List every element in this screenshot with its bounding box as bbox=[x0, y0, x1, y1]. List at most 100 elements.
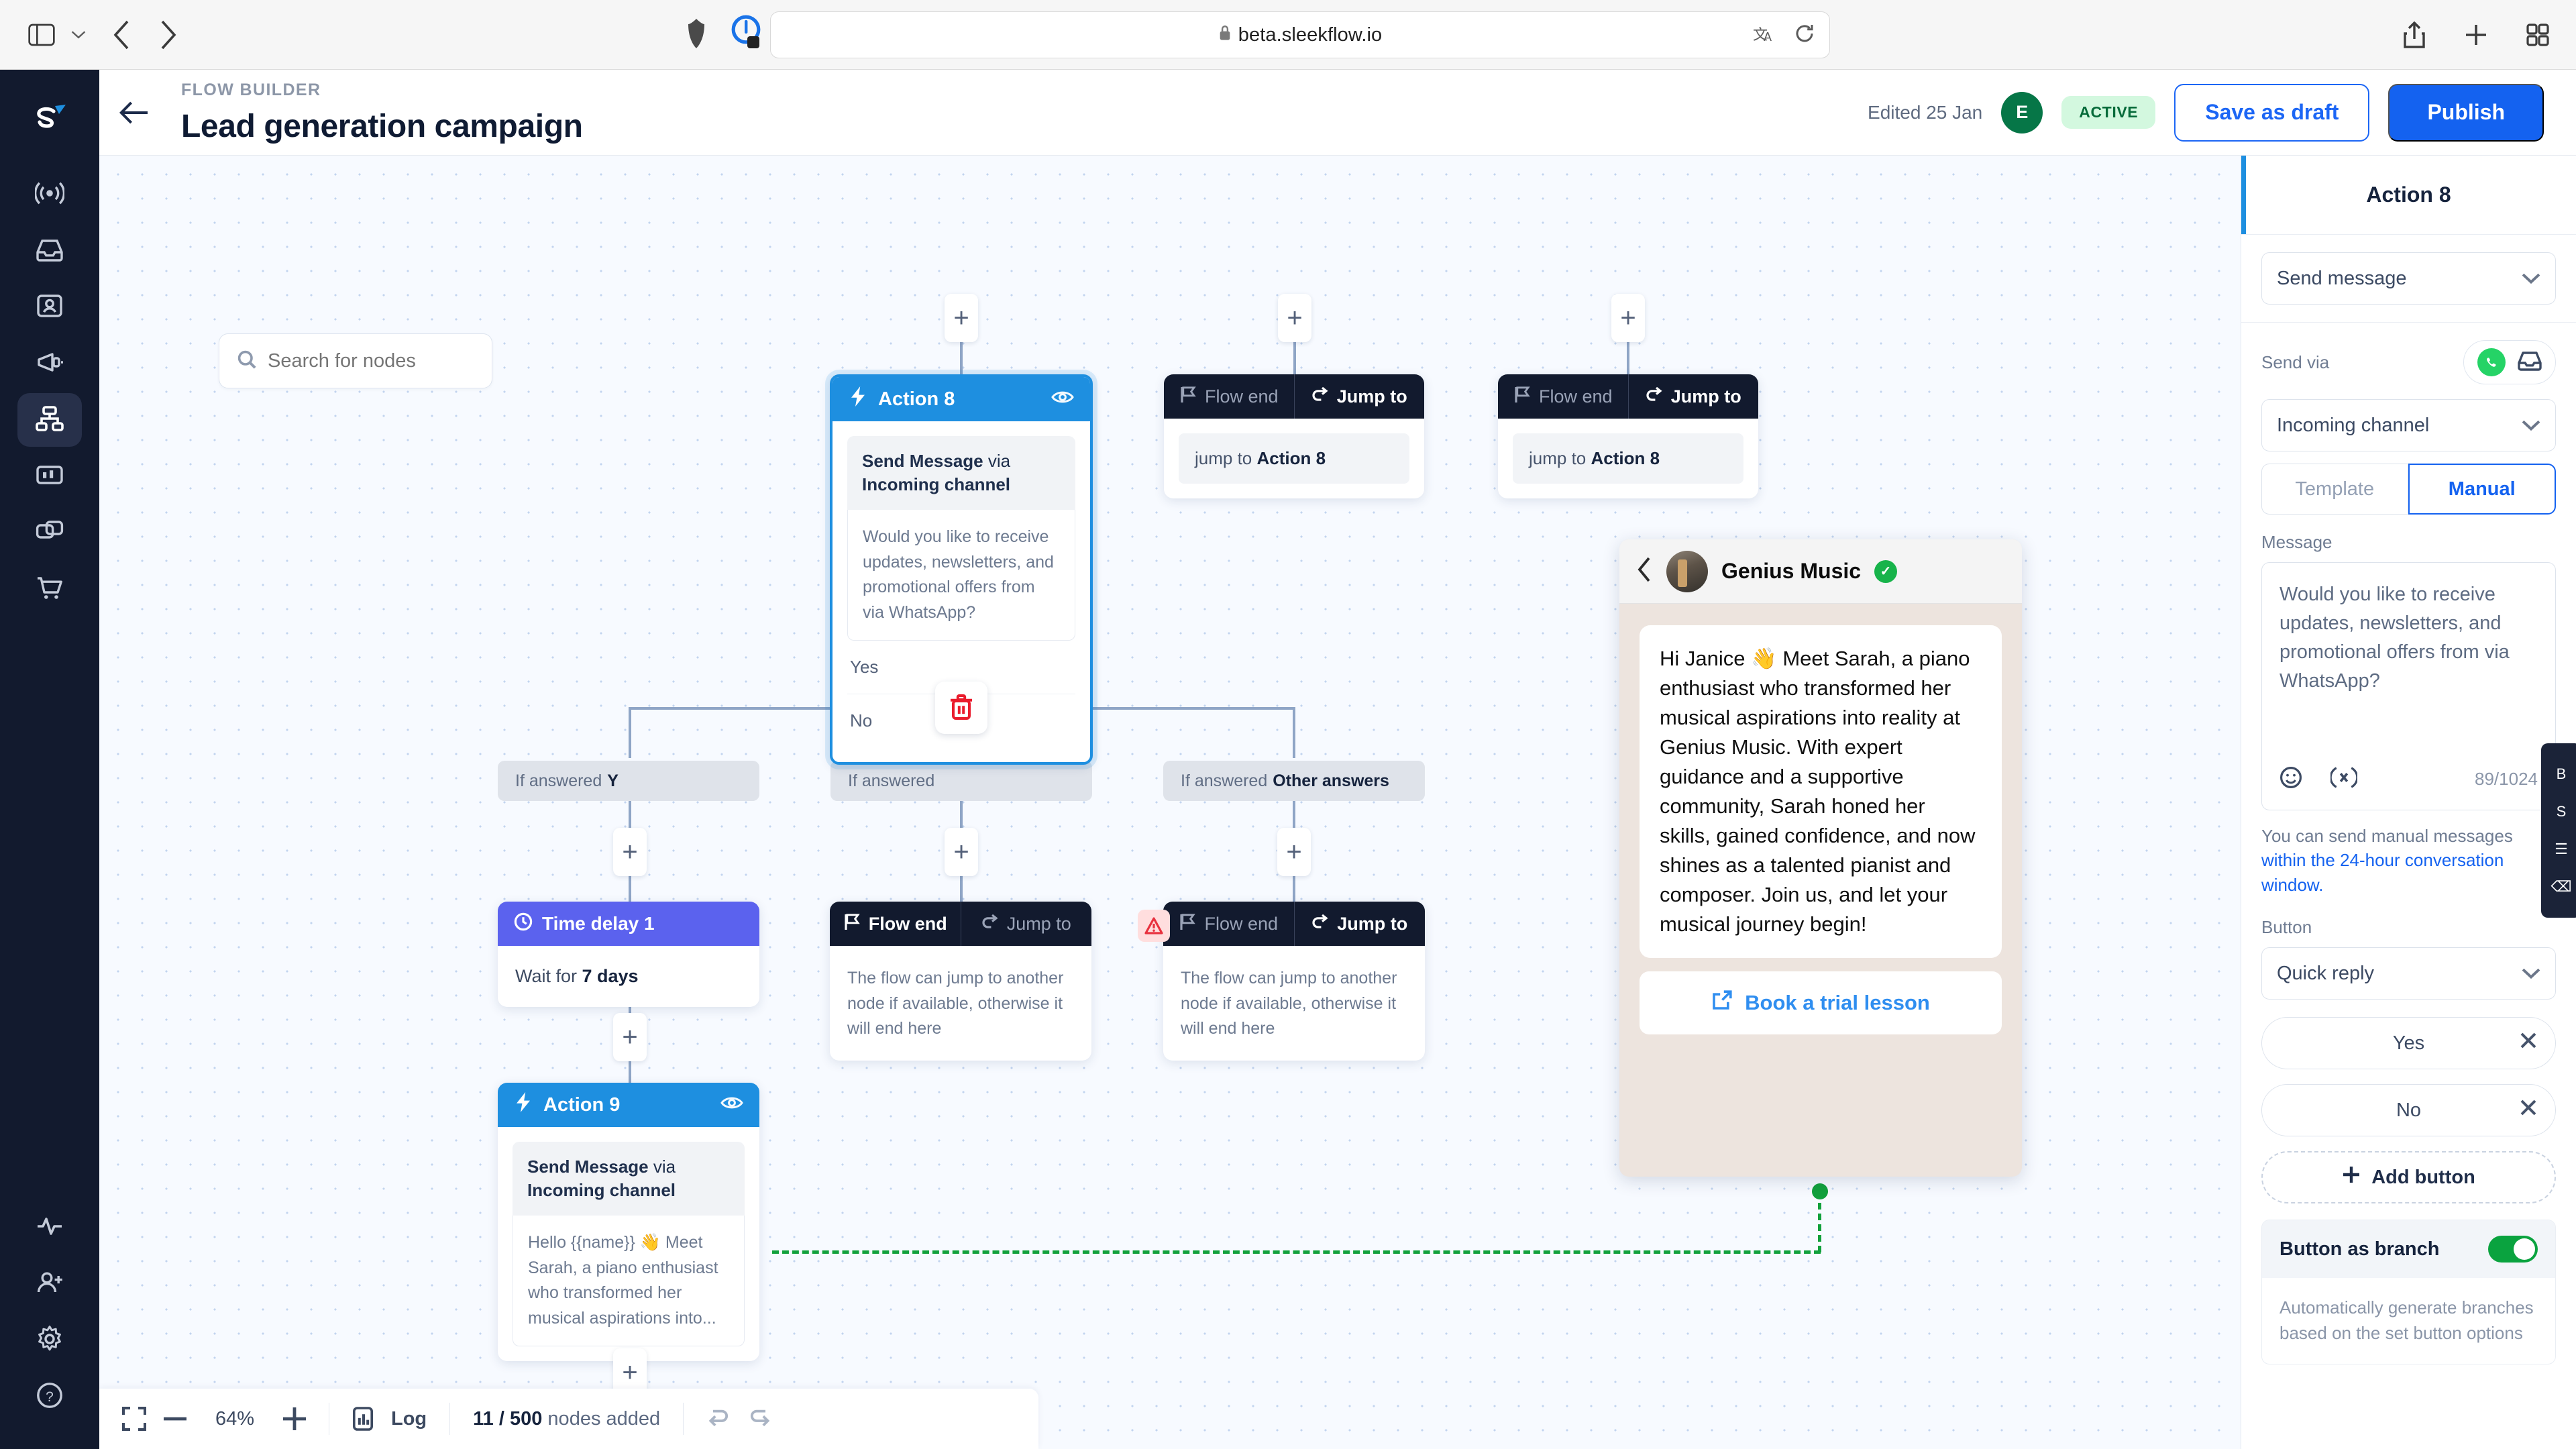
sidebar-item-broadcast[interactable] bbox=[17, 168, 82, 221]
jump-to-tab[interactable]: Jump to bbox=[1295, 374, 1425, 419]
add-node-button[interactable]: + bbox=[945, 828, 978, 876]
zoom-in-button[interactable] bbox=[283, 1407, 306, 1430]
node-subtitle-channel: Incoming channel bbox=[527, 1180, 676, 1201]
quick-reply-button-no[interactable]: No bbox=[2261, 1084, 2556, 1137]
node-message: Would you like to receive updates, newsl… bbox=[847, 510, 1075, 641]
browser-back-icon[interactable] bbox=[113, 20, 131, 50]
jump-prefix: jump to bbox=[1529, 448, 1591, 468]
add-node-button[interactable]: + bbox=[1278, 294, 1311, 342]
inbox-icon[interactable] bbox=[2518, 351, 2542, 374]
preview-contact-name: Genius Music bbox=[1721, 559, 1862, 583]
new-tab-icon[interactable] bbox=[2465, 23, 2487, 46]
add-node-button[interactable]: plus-icon+ bbox=[945, 294, 978, 342]
sidebar-item-campaigns[interactable] bbox=[17, 337, 82, 390]
extension-icon[interactable] bbox=[731, 15, 762, 50]
node-jump-to-right[interactable]: Flow end Jump to jump to Action 8 bbox=[1498, 374, 1758, 498]
add-node-button[interactable]: + bbox=[1277, 828, 1311, 876]
url-bar[interactable]: beta.sleekflow.io 文A bbox=[770, 11, 1830, 58]
close-icon[interactable] bbox=[2519, 1031, 2538, 1055]
emoji-icon[interactable] bbox=[2279, 766, 2302, 792]
zoom-out-button[interactable] bbox=[164, 1416, 186, 1421]
add-node-button[interactable]: + bbox=[613, 1013, 647, 1061]
share-icon[interactable] bbox=[2403, 21, 2426, 48]
sidebar-item-flow-builder[interactable] bbox=[17, 393, 82, 447]
sidebar-item-commerce[interactable] bbox=[17, 562, 82, 616]
sidebar-item-contacts[interactable] bbox=[17, 280, 82, 334]
eye-icon[interactable] bbox=[720, 1094, 743, 1116]
close-icon[interactable] bbox=[2519, 1098, 2538, 1122]
node-jump-to-left[interactable]: Flow end Jump to jump to Action 8 bbox=[1164, 374, 1424, 498]
sidebar-item-integrations[interactable] bbox=[17, 506, 82, 559]
tab-manual[interactable]: Manual bbox=[2408, 464, 2556, 515]
channel-select[interactable]: Incoming channel bbox=[2261, 399, 2556, 451]
flow-end-tab[interactable]: Flow end bbox=[1163, 902, 1294, 946]
flow-end-tab[interactable]: Flow end bbox=[830, 902, 961, 946]
node-flow-end-right[interactable]: Flow end Jump to The flow can jump to an… bbox=[1163, 902, 1425, 1061]
redo-icon[interactable] bbox=[748, 1409, 772, 1429]
node-action-9[interactable]: Action 9 Send Message via Incoming chann… bbox=[498, 1083, 759, 1362]
branch-label-yes[interactable]: If answered Y bbox=[498, 761, 759, 801]
lock-icon bbox=[1218, 24, 1232, 46]
sidebar-item-activity[interactable] bbox=[17, 1201, 82, 1254]
node-flow-end-middle[interactable]: Flow end Jump to The flow can jump to an… bbox=[830, 902, 1091, 1061]
translate-icon[interactable]: 文A bbox=[1753, 23, 1778, 47]
flow-end-tab[interactable]: Flow end bbox=[1498, 374, 1628, 419]
whatsapp-icon[interactable] bbox=[2477, 348, 2506, 376]
message-textarea[interactable]: Would you like to receive updates, newsl… bbox=[2261, 562, 2556, 810]
log-button-label[interactable]: Log bbox=[391, 1408, 427, 1430]
shield-icon[interactable] bbox=[686, 17, 707, 50]
reload-icon[interactable] bbox=[1794, 23, 1815, 47]
sidebar-item-inbox[interactable] bbox=[17, 224, 82, 278]
variable-icon[interactable] bbox=[2329, 766, 2359, 792]
browser-forward-icon[interactable] bbox=[158, 20, 177, 50]
sidebar-item-analytics[interactable] bbox=[17, 449, 82, 503]
search-nodes-box[interactable] bbox=[219, 333, 492, 388]
text-format-toolbar[interactable]: B S ☰ ⌫ bbox=[2541, 743, 2576, 918]
conversation-window-link[interactable]: within the 24-hour conversation window. bbox=[2261, 850, 2504, 894]
analytics-icon bbox=[35, 460, 64, 493]
strikethrough-icon[interactable]: S bbox=[2557, 803, 2567, 820]
flow-canvas[interactable]: plus-icon+ + + + + bbox=[99, 156, 2241, 1449]
undo-icon[interactable] bbox=[706, 1409, 731, 1429]
chevron-left-icon[interactable] bbox=[1637, 557, 1653, 586]
back-button[interactable] bbox=[99, 70, 169, 156]
branch-label-other[interactable]: If answered Other answers bbox=[1163, 761, 1425, 801]
button-as-branch-toggle[interactable] bbox=[2488, 1236, 2538, 1263]
node-header: Action 9 bbox=[498, 1083, 759, 1127]
sidebar-item-help[interactable]: ? bbox=[17, 1370, 82, 1424]
search-input[interactable] bbox=[268, 350, 474, 372]
sidebar-item-invite-user[interactable] bbox=[17, 1257, 82, 1311]
eye-icon[interactable] bbox=[1051, 388, 1074, 411]
button-type-select[interactable]: Quick reply bbox=[2261, 947, 2556, 1000]
action-type-select[interactable]: Send message bbox=[2261, 252, 2556, 305]
chevron-down-icon[interactable] bbox=[71, 30, 86, 40]
tab-template[interactable]: Template bbox=[2261, 464, 2408, 515]
sidebar-toggle-icon[interactable] bbox=[24, 20, 59, 50]
avatar bbox=[1666, 550, 1708, 592]
add-button-button[interactable]: Add button bbox=[2261, 1151, 2556, 1204]
quick-reply-button-yes[interactable]: Yes bbox=[2261, 1017, 2556, 1070]
bold-icon[interactable]: B bbox=[2557, 765, 2567, 783]
add-node-button[interactable]: + bbox=[1611, 294, 1645, 342]
branch-label-no[interactable]: If answered bbox=[830, 761, 1092, 801]
add-node-button[interactable]: + bbox=[613, 828, 647, 876]
node-warning-badge[interactable] bbox=[1138, 910, 1170, 942]
channel-icons[interactable] bbox=[2463, 340, 2556, 384]
chevron-down-icon bbox=[2522, 963, 2540, 985]
jump-to-tab[interactable]: Jump to bbox=[1295, 902, 1426, 946]
list-icon[interactable]: ☰ bbox=[2555, 841, 2568, 858]
clear-format-icon[interactable]: ⌫ bbox=[2551, 878, 2571, 896]
sidebar-item-settings[interactable] bbox=[17, 1313, 82, 1367]
preview-cta-button[interactable]: Book a trial lesson bbox=[1640, 971, 2002, 1035]
save-as-draft-button[interactable]: Save as draft bbox=[2174, 83, 2370, 142]
jump-to-tab[interactable]: Jump to bbox=[961, 902, 1092, 946]
tab-overview-icon[interactable] bbox=[2526, 23, 2549, 46]
node-time-delay-1[interactable]: Time delay 1 Wait for 7 days bbox=[498, 902, 759, 1007]
delete-branch-button[interactable] bbox=[935, 682, 987, 734]
jump-to-tab[interactable]: Jump to bbox=[1629, 374, 1759, 419]
avatar[interactable]: E bbox=[2001, 91, 2043, 133]
sleekflow-logo[interactable] bbox=[19, 89, 80, 150]
flow-end-tab[interactable]: Flow end bbox=[1164, 374, 1294, 419]
publish-button[interactable]: Publish bbox=[2388, 83, 2544, 142]
fit-screen-icon[interactable] bbox=[122, 1407, 146, 1431]
